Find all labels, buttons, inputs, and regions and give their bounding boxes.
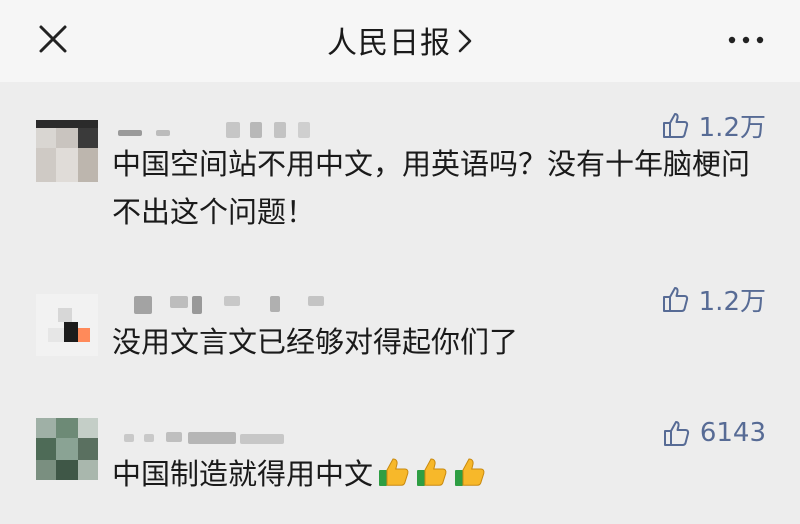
account-title-label: 人民日报	[327, 26, 451, 61]
comment-list: 1.2万 中国空间站不用中文，用英语吗？没有十年脑梗问不出这个问题！ 1.2万 …	[0, 82, 800, 524]
thumbs-up-icon	[662, 113, 688, 138]
more-button[interactable]	[726, 30, 766, 50]
like-count: 1.2万	[698, 112, 766, 143]
like-count: 6143	[699, 418, 766, 448]
navbar: 人民日报	[0, 0, 800, 82]
thumbs-up-icon	[663, 421, 689, 446]
comment-text: 中国制造就得用中文	[112, 450, 762, 498]
like-button[interactable]: 1.2万	[661, 108, 766, 143]
account-title[interactable]: 人民日报	[0, 18, 800, 62]
like-count: 1.2万	[698, 286, 766, 317]
like-button[interactable]: 1.2万	[661, 282, 766, 317]
more-dots-icon	[728, 36, 764, 44]
avatar[interactable]	[36, 294, 98, 356]
thumbs-up-emoji-icon	[379, 458, 409, 486]
thumbs-up-icon	[662, 287, 688, 312]
like-button[interactable]: 6143	[662, 416, 766, 450]
thumbs-up-emoji-icon	[417, 458, 447, 486]
comment-text: 没用文言文已经够对得起你们了	[112, 325, 519, 359]
thumbs-up-emoji-icon	[455, 458, 485, 486]
comment-text: 中国空间站不用中文，用英语吗？没有十年脑梗问不出这个问题！	[112, 147, 751, 229]
avatar[interactable]	[36, 418, 98, 480]
avatar[interactable]	[36, 120, 98, 182]
comment-text-body: 中国制造就得用中文	[112, 457, 374, 491]
chevron-right-icon	[457, 27, 473, 62]
